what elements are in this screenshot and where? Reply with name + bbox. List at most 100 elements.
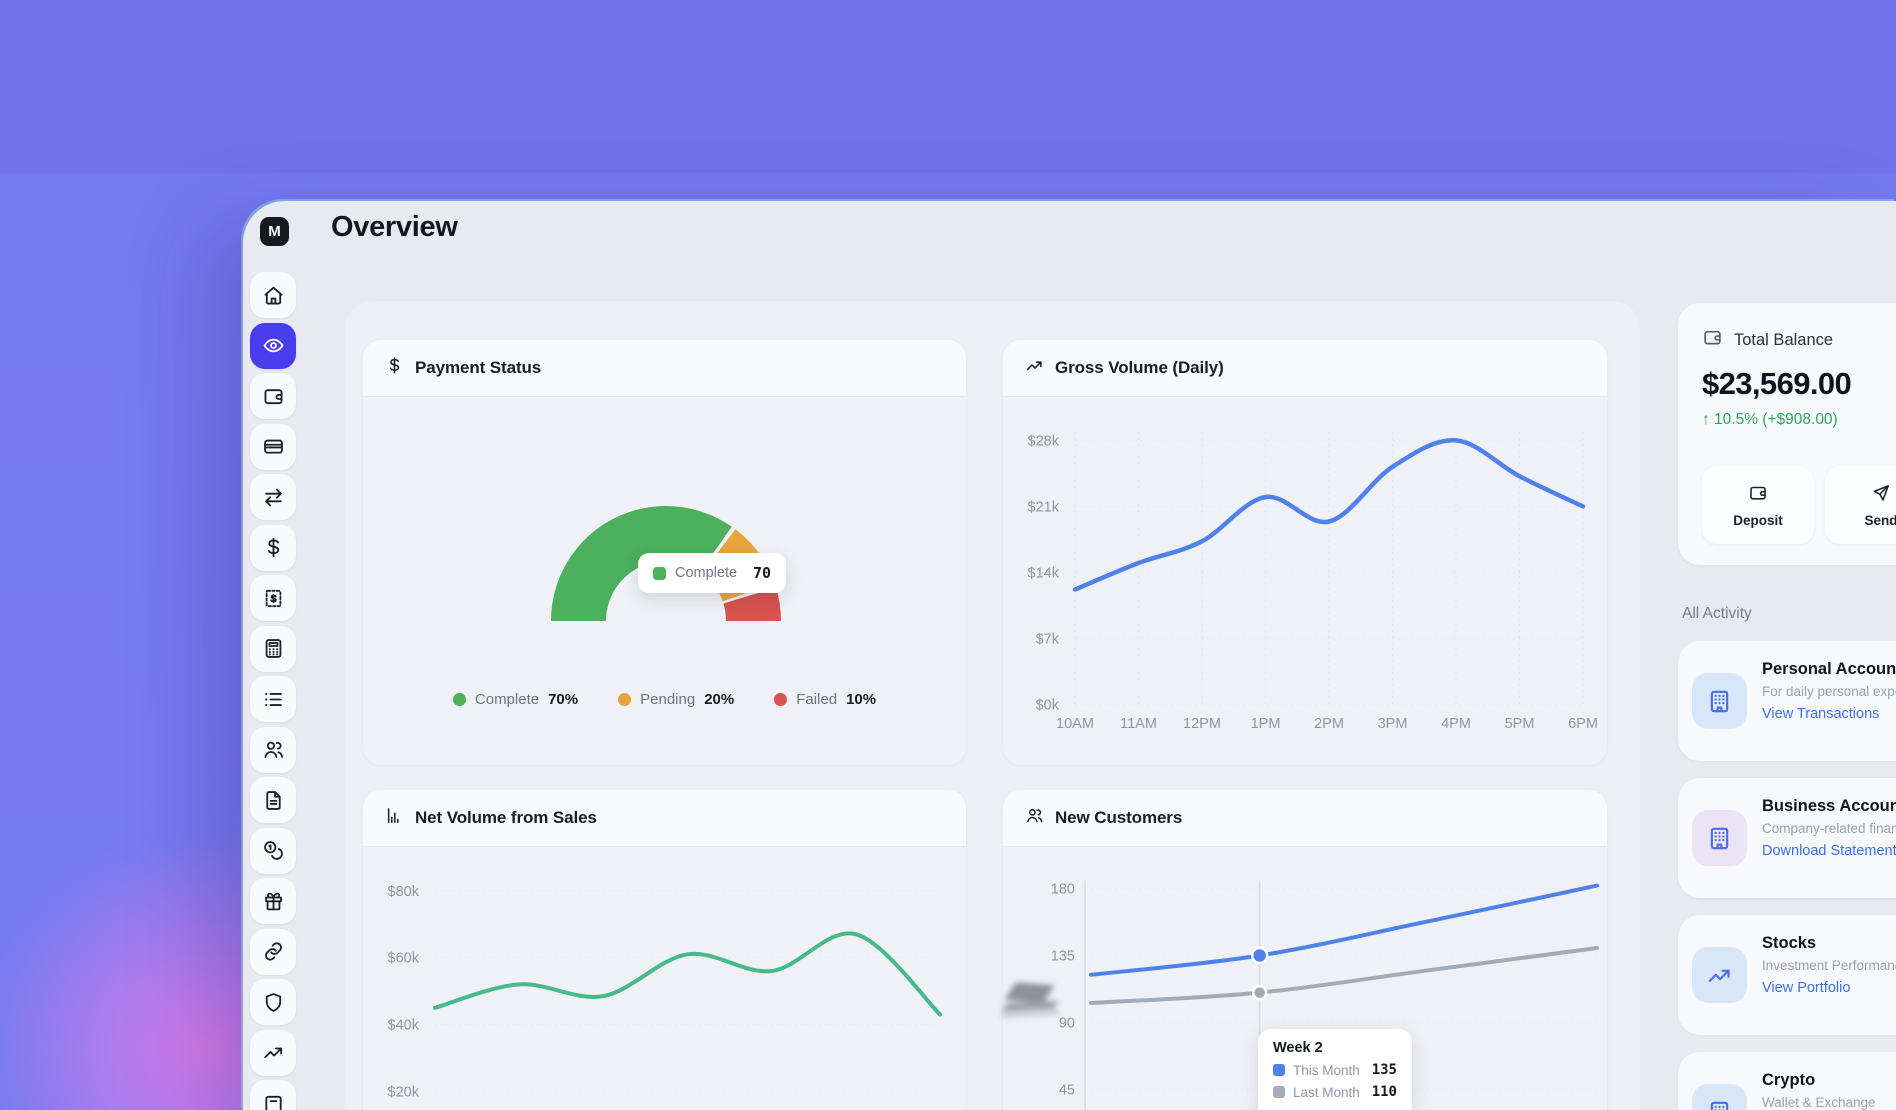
activity-link[interactable]: View Portfolio <box>1762 980 1896 996</box>
x-tick-label: 5PM <box>1505 716 1535 732</box>
x-tick-label: 3PM <box>1378 716 1408 732</box>
total-balance-label: Total Balance <box>1734 331 1833 350</box>
building-icon <box>1692 673 1747 729</box>
activity-text: StocksInvestment PerformanceView Portfol… <box>1762 930 1896 1020</box>
legend-label: Pending <box>640 691 695 708</box>
app-panel: M Overview Payment Status Complete 70 Co… <box>243 201 1896 1110</box>
activity-link[interactable]: View Transactions <box>1762 706 1896 722</box>
users-icon <box>1025 806 1044 830</box>
y-tick-label: $21k <box>1028 500 1060 516</box>
shield-icon <box>262 991 285 1014</box>
send-label: Send <box>1864 513 1896 528</box>
total-balance-card: Total Balance $23,569.00 ↑ 10.5% (+$908.… <box>1678 303 1896 565</box>
send-button[interactable]: Send <box>1825 466 1896 544</box>
x-tick-label: 6PM <box>1568 716 1598 732</box>
series-line-this-month[interactable] <box>1091 886 1597 975</box>
dashboard-root: M Overview Payment Status Complete 70 Co… <box>0 0 1896 1110</box>
legend-item-pending: Pending 20% <box>618 691 734 708</box>
trending-up-icon <box>262 1041 285 1064</box>
right-rail: Total Balance $23,569.00 ↑ 10.5% (+$908.… <box>1678 303 1896 1110</box>
app-logo[interactable]: M <box>260 217 289 246</box>
activity-text: Personal AccountFor daily personal expen… <box>1762 656 1896 746</box>
send-icon <box>1871 483 1891 506</box>
sidebar-item-calculator[interactable] <box>250 626 296 672</box>
sidebar-item-trending-up[interactable] <box>250 1030 296 1076</box>
sidebar-item-receipt-dollar[interactable] <box>250 575 296 621</box>
tooltip-row: This Month 135 <box>1273 1062 1397 1078</box>
series-line-net-volume[interactable] <box>435 933 940 1014</box>
legend-label: Failed <box>796 691 837 708</box>
sidebar-item-arrows-swap[interactable] <box>250 474 296 520</box>
arrows-swap-icon <box>262 486 285 509</box>
sidebar-item-dollar[interactable] <box>250 525 296 571</box>
y-tick-label: 180 <box>1051 882 1075 898</box>
x-tick-label: 2PM <box>1314 716 1344 732</box>
building-icon <box>1692 1084 1747 1110</box>
y-tick-label: $0k <box>1036 698 1060 714</box>
net-volume-line-chart[interactable]: $80k$60k$40k$20k <box>363 847 966 1110</box>
activity-title: Stocks <box>1762 934 1896 953</box>
activity-card-personal-account[interactable]: Personal AccountFor daily personal expen… <box>1678 641 1896 761</box>
building-icon <box>1692 810 1747 866</box>
sidebar-item-coins[interactable] <box>250 828 296 874</box>
activity-card-crypto[interactable]: CryptoWallet & Exchange <box>1678 1052 1896 1110</box>
wallet-icon <box>1702 327 1723 353</box>
data-point-dot[interactable] <box>1252 948 1267 963</box>
card-title: Payment Status <box>415 358 541 378</box>
tooltip-value: 70 <box>753 564 771 582</box>
new-customers-chart-body: 1801359045 Week 2 This Month 135 Last Mo… <box>1003 847 1607 1110</box>
gross-volume-chart-body: $28k$21k$14k$7k$0k10AM11AM12PM1PM2PM3PM4… <box>1003 397 1607 764</box>
x-tick-label: 1PM <box>1251 716 1281 732</box>
y-tick-label: 135 <box>1051 949 1075 965</box>
eye-icon <box>262 334 285 357</box>
sidebar-item-users[interactable] <box>250 727 296 773</box>
content-area: Payment Status Complete 70 Complete 70% … <box>345 301 1640 1110</box>
activity-title: Crypto <box>1762 1071 1876 1090</box>
sidebar-item-credit-card[interactable] <box>250 424 296 470</box>
legend-swatch <box>1273 1086 1285 1098</box>
sidebar-item-bank[interactable] <box>250 1080 296 1110</box>
x-tick-label: 10AM <box>1056 716 1094 732</box>
all-activity-heading: All Activity <box>1682 605 1896 623</box>
file-text-icon <box>262 789 285 812</box>
y-tick-label: $28k <box>1028 433 1060 449</box>
payment-status-header: Payment Status <box>363 340 966 397</box>
dollar-icon <box>262 536 285 559</box>
legend-label: Complete <box>475 691 539 708</box>
page-title: Overview <box>331 211 458 244</box>
total-balance-delta: ↑ 10.5% (+$908.00) <box>1702 411 1896 429</box>
series-line-last-month[interactable] <box>1091 948 1597 1003</box>
total-balance-amount: $23,569.00 <box>1702 366 1896 402</box>
sidebar-item-link[interactable] <box>250 929 296 975</box>
legend-dot <box>774 693 787 706</box>
deposit-button[interactable]: Deposit <box>1702 466 1814 544</box>
data-point-dot[interactable] <box>1253 986 1266 999</box>
sidebar-item-file-text[interactable] <box>250 777 296 823</box>
gross-volume-line-chart[interactable]: $28k$21k$14k$7k$0k10AM11AM12PM1PM2PM3PM4… <box>1003 397 1607 764</box>
legend-dot <box>453 693 466 706</box>
new-customers-header: New Customers <box>1003 790 1607 847</box>
x-tick-label: 4PM <box>1441 716 1471 732</box>
gift-icon <box>262 890 285 913</box>
sidebar-item-shield[interactable] <box>250 979 296 1025</box>
activity-subtitle: Company-related finances <box>1762 821 1896 836</box>
activity-title: Business Account <box>1762 797 1896 816</box>
activity-card-business-account[interactable]: Business Account Company-related finances… <box>1678 778 1896 898</box>
activity-text: CryptoWallet & Exchange <box>1762 1067 1876 1110</box>
sidebar-item-list[interactable] <box>250 676 296 722</box>
legend-item-failed: Failed 10% <box>774 691 876 708</box>
new-customers-card: New Customers 1801359045 Week 2 This Mon… <box>1003 790 1607 1110</box>
sidebar-item-wallet[interactable] <box>250 373 296 419</box>
activity-card-stocks[interactable]: StocksInvestment PerformanceView Portfol… <box>1678 915 1896 1035</box>
gauge-tooltip: Complete 70 <box>638 553 786 593</box>
activity-text: Business Account Company-related finances… <box>1762 793 1896 883</box>
payment-status-card: Payment Status Complete 70 Complete 70% … <box>363 340 966 765</box>
net-volume-card: Net Volume from Sales $80k$60k$40k$20k <box>363 790 966 1110</box>
sidebar-item-home[interactable] <box>250 272 296 318</box>
legend-swatch <box>653 567 666 580</box>
sidebar-item-gift[interactable] <box>250 878 296 924</box>
y-tick-label: 45 <box>1059 1082 1075 1098</box>
sidebar-item-eye[interactable] <box>250 323 296 369</box>
activity-link[interactable]: Download Statements <box>1762 843 1896 859</box>
credit-card-icon <box>262 435 285 458</box>
